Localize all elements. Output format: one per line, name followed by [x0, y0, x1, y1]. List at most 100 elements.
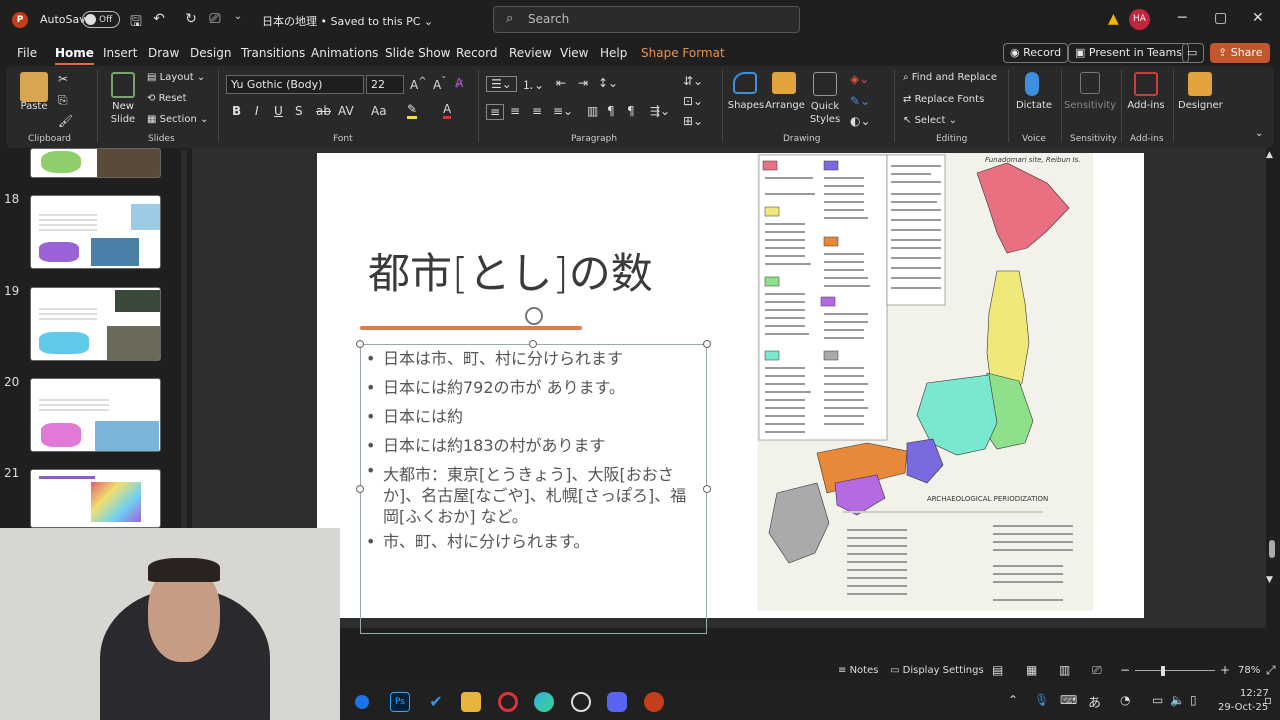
convert-smartart-icon[interactable]: ⊞⌄ — [683, 114, 703, 128]
fit-slide-icon[interactable]: ⤢ — [1266, 663, 1276, 678]
microphone-tray-icon[interactable]: 🎙 — [1034, 693, 1049, 707]
cut-icon[interactable]: ✂ — [58, 72, 68, 86]
bullet-item[interactable]: 大都市：東京[とうきょう]、大阪[おおさか]、名古屋[なごや]、札幌[さっぽろ]… — [366, 460, 696, 527]
thumbnail-scrollbar[interactable] — [181, 150, 187, 528]
copy-icon[interactable]: ⎘ — [58, 93, 68, 108]
ime-mode-icon[interactable]: ◔ — [1120, 693, 1130, 707]
new-slide-button[interactable]: New Slide — [103, 100, 143, 126]
clear-formatting-icon[interactable]: A̷ — [455, 76, 463, 90]
rtl-icon[interactable]: ¶ — [627, 104, 635, 118]
quick-styles-button[interactable]: Quick Styles — [807, 100, 843, 126]
shape-outline-icon[interactable]: ✎⌄ — [850, 94, 870, 108]
keyboard-icon[interactable]: ⌨ — [1060, 693, 1077, 707]
paste-button[interactable]: Paste — [16, 101, 52, 112]
notifications-icon[interactable]: ▫ — [1264, 693, 1272, 707]
paste-icon[interactable] — [20, 72, 48, 102]
resize-handle[interactable] — [703, 485, 711, 493]
close-icon[interactable]: ✕ — [1252, 10, 1264, 26]
menu-home[interactable]: Home — [55, 46, 94, 65]
strikethrough-icon[interactable]: ab — [316, 104, 331, 118]
reading-view-icon[interactable]: ▥ — [1059, 663, 1070, 677]
shapes-icon[interactable] — [733, 72, 757, 94]
add-ins-button[interactable]: Add-ins — [1124, 100, 1168, 111]
zoom-in-icon[interactable]: + — [1220, 663, 1230, 677]
opera-icon[interactable] — [498, 692, 518, 712]
normal-view-icon[interactable]: ▤ — [992, 663, 1003, 677]
maximize-icon[interactable]: ▢ — [1214, 10, 1227, 26]
format-painter-icon[interactable]: 🖌 — [58, 114, 73, 128]
align-center-icon[interactable]: ≡ — [510, 104, 520, 118]
scroll-down-icon[interactable]: ▼ — [1266, 575, 1273, 585]
share-button[interactable]: ⇪ Share — [1210, 43, 1270, 63]
clock-date[interactable]: 29-Oct-25 — [1218, 702, 1268, 713]
save-icon[interactable]: 🖫 — [127, 11, 145, 35]
slide-thumbnail-17[interactable] — [30, 148, 161, 178]
bing-icon[interactable] — [355, 695, 369, 709]
present-in-teams-button[interactable]: ▣ Present in Teams — [1068, 43, 1189, 63]
collapse-ribbon-icon[interactable]: ⌄ — [1255, 128, 1263, 139]
autosave-toggle[interactable]: Off — [82, 11, 120, 28]
shapes-button[interactable]: Shapes — [727, 100, 765, 111]
resize-handle[interactable] — [356, 485, 364, 493]
font-size-select[interactable]: 22 — [366, 75, 404, 94]
bullet-item[interactable]: 市、町、村に分けられます。 — [366, 527, 696, 556]
shape-fill-icon[interactable]: ◈⌄ — [850, 72, 869, 86]
document-title[interactable]: 日本の地理 • Saved to this PC ⌄ — [262, 13, 433, 29]
align-right-icon[interactable]: ≡ — [532, 104, 542, 118]
zoom-slider[interactable] — [1135, 670, 1215, 671]
menu-transitions[interactable]: Transitions — [241, 46, 305, 60]
volume-icon[interactable]: 🔈 — [1170, 693, 1185, 707]
character-spacing-icon[interactable]: AV — [338, 104, 354, 118]
bullet-item[interactable]: 日本には約 — [366, 402, 696, 431]
slide-scrollbar-thumb[interactable] — [1269, 540, 1275, 558]
network-icon[interactable]: ▭ — [1152, 693, 1163, 707]
menu-help[interactable]: Help — [600, 46, 627, 60]
numbering-icon[interactable]: ⒈⌄ — [522, 76, 544, 93]
zoom-out-icon[interactable]: − — [1120, 663, 1130, 677]
powerpoint-taskbar-icon[interactable] — [644, 692, 664, 712]
todo-icon[interactable]: ✔ — [426, 692, 446, 712]
resize-handle[interactable] — [356, 340, 364, 348]
arrange-icon[interactable] — [772, 72, 796, 94]
minimize-icon[interactable]: ─ — [1178, 10, 1186, 26]
shadow-icon[interactable]: S — [295, 104, 303, 118]
underline-icon[interactable]: U — [274, 104, 283, 118]
menu-design[interactable]: Design — [190, 46, 231, 60]
menu-review[interactable]: Review — [509, 46, 552, 60]
battery-icon[interactable]: ▯ — [1190, 693, 1197, 707]
menu-record[interactable]: Record — [456, 46, 497, 60]
zoom-slider-thumb[interactable] — [1161, 666, 1165, 676]
line-spacing-icon[interactable]: ↕⌄ — [598, 76, 618, 90]
search-box[interactable]: ⌕ Search — [493, 6, 800, 33]
justify-icon[interactable]: ≡⌄ — [553, 104, 573, 118]
slide-show-icon[interactable]: ⎚ — [1092, 663, 1102, 678]
slide-thumbnail-20[interactable] — [30, 378, 161, 452]
select-button[interactable]: ↖ Select ⌄ — [903, 115, 957, 126]
slide-title[interactable]: 都市[とし]の数 — [368, 240, 653, 301]
menu-animations[interactable]: Animations — [311, 46, 378, 60]
reset-button[interactable]: ⟲ Reset — [147, 93, 187, 104]
slide-sorter-icon[interactable]: ▦ — [1026, 663, 1037, 677]
chrome-icon[interactable] — [571, 692, 591, 712]
menu-slide-show[interactable]: Slide Show — [385, 46, 450, 60]
arrange-button[interactable]: Arrange — [764, 100, 806, 111]
bullet-item[interactable]: 日本には約183の村があります — [366, 431, 696, 460]
bullet-item[interactable]: 日本は市、町、村に分けられます — [366, 344, 696, 373]
layout-button[interactable]: ▤ Layout ⌄ — [147, 72, 205, 83]
columns-icon[interactable]: ▥ — [587, 104, 598, 118]
photoshop-icon[interactable]: Ps — [390, 692, 410, 712]
ime-indicator[interactable]: あ — [1088, 692, 1101, 711]
align-text-icon[interactable]: ⊡⌄ — [683, 94, 703, 108]
font-color-icon[interactable]: A — [443, 102, 452, 119]
section-button[interactable]: ▦ Section ⌄ — [147, 114, 208, 125]
designer-button[interactable]: Designer — [1178, 100, 1223, 111]
edge-icon[interactable] — [534, 692, 554, 712]
menu-shape-format[interactable]: Shape Format — [641, 46, 725, 60]
quick-styles-icon[interactable] — [813, 72, 837, 96]
undo-icon[interactable]: ↶ — [150, 11, 168, 27]
decrease-indent-icon[interactable]: ⇤ — [556, 76, 566, 90]
customize-toolbar-icon[interactable]: ⌄ — [229, 11, 247, 22]
comments-icon[interactable]: ▭ — [1182, 43, 1204, 63]
rotate-handle-icon[interactable] — [525, 307, 543, 325]
change-case-icon[interactable]: Aa — [371, 104, 387, 118]
